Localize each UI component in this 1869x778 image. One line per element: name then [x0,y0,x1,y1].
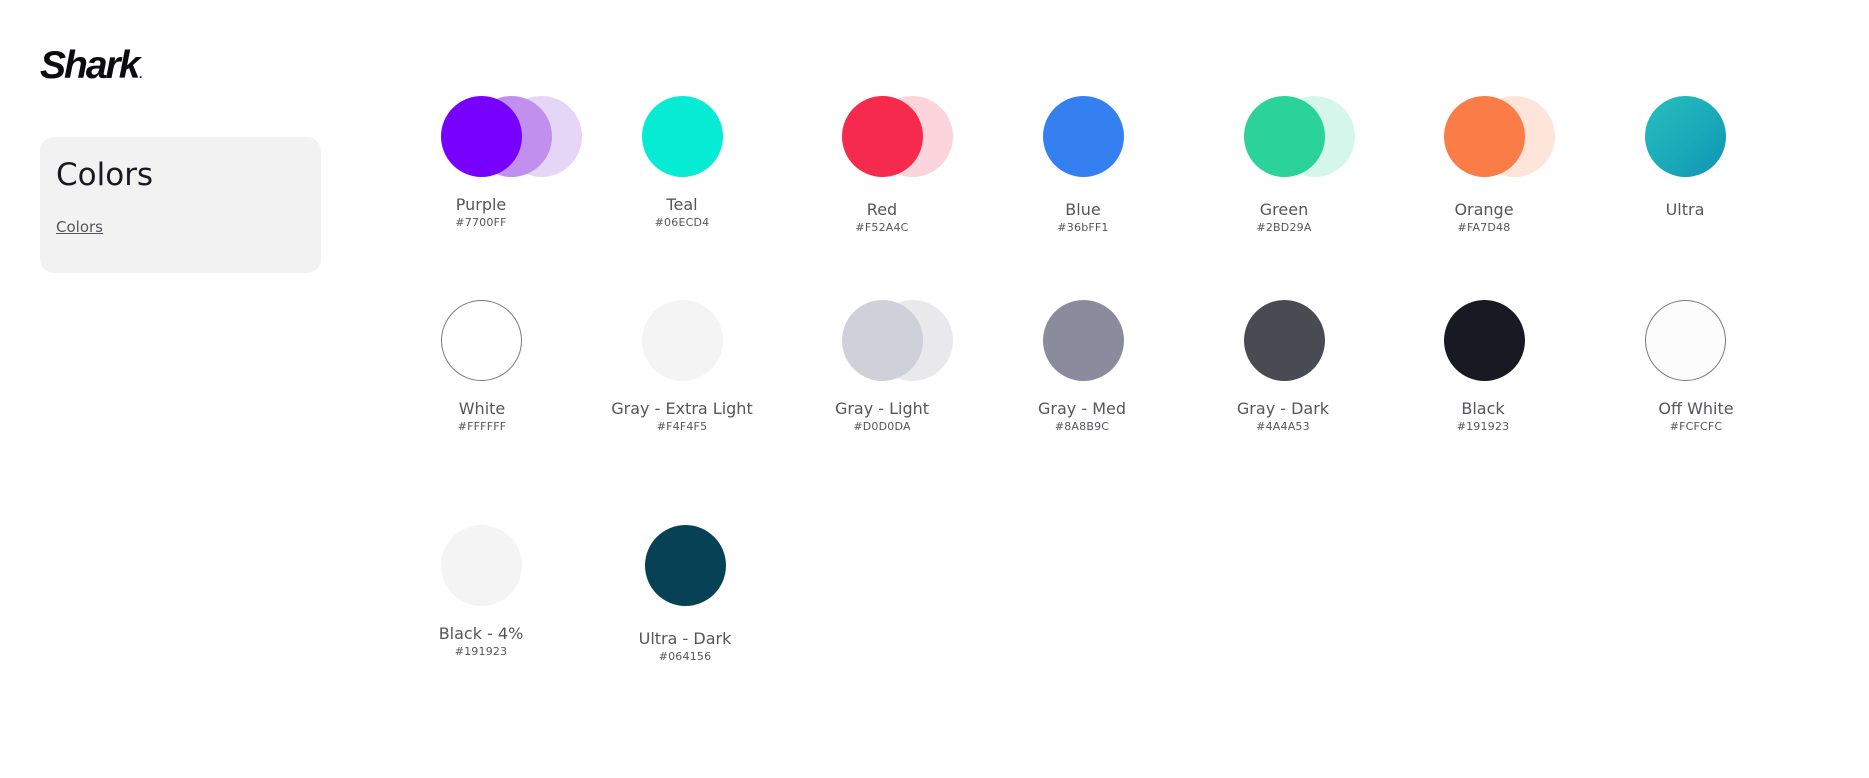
swatch-gray-dark: Gray - Dark #4A4A53 [1183,300,1383,433]
swatch-hex: #191923 [454,645,508,658]
swatch-hex: #FCFCFC [1669,420,1723,433]
swatch-black: Black #191923 [1383,300,1583,433]
color-circle [642,300,723,381]
swatch-blue: Blue #36bFF1 [983,96,1183,234]
swatch-ultra: Ultra [1585,96,1785,219]
swatch-white: White #FFFFFF [382,300,582,433]
swatch-label: Gray - Extra Light [611,399,753,418]
swatch-off-white: Off White #FCFCFC [1596,300,1796,433]
swatch-circles [582,96,782,177]
swatch-label: Ultra [1665,200,1705,219]
swatch-hex: #36bFF1 [1057,221,1109,234]
color-circle [441,300,522,381]
swatch-hex: #7700FF [455,216,507,229]
swatch-gray-extra-light: Gray - Extra Light #F4F4F5 [582,300,782,433]
sidebar-panel: Colors Colors [40,137,321,273]
color-circle [1444,96,1525,177]
swatch-purple: Purple #7700FF [381,96,582,229]
swatch-label: Teal [666,195,698,214]
swatch-circles [381,525,581,606]
swatch-red: Red #F52A4C [782,96,982,234]
swatch-circles [1596,300,1796,381]
color-circle [842,300,923,381]
color-circle [1645,96,1726,177]
swatch-circles [382,300,582,381]
swatch-label: Gray - Med [1038,399,1126,418]
color-circle [1043,96,1124,177]
swatch-teal: Teal #06ECD4 [582,96,782,229]
swatch-circles [1585,96,1785,177]
swatch-circles [1384,96,1584,177]
color-circle [842,96,923,177]
colors-link[interactable]: Colors [56,218,103,236]
color-circle [441,96,522,177]
swatch-hex: #FA7D48 [1457,221,1511,234]
brand-name: Shark [40,44,140,87]
swatch-label: Black - 4% [438,624,524,643]
swatch-circles [582,300,782,381]
color-circle [1444,300,1525,381]
swatch-hex: #191923 [1456,420,1510,433]
swatch-hex: #064156 [658,650,712,663]
color-circle [1043,300,1124,381]
swatch-label: Blue [1065,200,1101,219]
swatch-circles [585,525,785,606]
swatch-circles [1183,300,1383,381]
swatch-label: Red [866,200,898,219]
swatch-hex: #FFFFFF [457,420,507,433]
swatch-ultra-dark: Ultra - Dark #064156 [585,525,785,663]
color-circle [645,525,726,606]
swatch-circles [1184,96,1384,177]
swatch-label: Off White [1658,399,1734,418]
swatch-label: Orange [1454,200,1514,219]
swatch-label: Black [1461,399,1505,418]
swatch-label: Green [1259,200,1309,219]
swatch-green: Green #2BD29A [1184,96,1384,234]
swatch-hex: #8A8B9C [1054,420,1110,433]
swatch-hex: #F4F4F5 [656,420,708,433]
swatch-hex: #4A4A53 [1256,420,1310,433]
color-circle [441,525,522,606]
panel-title: Colors [56,157,154,193]
brand-dot: . [139,67,143,81]
swatch-circles [381,96,582,177]
swatch-label: Purple [455,195,507,214]
swatch-circles [782,300,982,381]
color-circle [1645,300,1726,381]
color-circle [1244,300,1325,381]
swatch-label: Gray - Light [834,399,930,418]
swatch-label: Gray - Dark [1236,399,1330,418]
swatch-black-4: Black - 4% #191923 [381,525,581,658]
swatch-circles [1383,300,1583,381]
swatch-orange: Orange #FA7D48 [1384,96,1584,234]
shark-logo: Shark. [40,44,143,88]
swatch-hex: #F52A4C [855,221,909,234]
swatch-label: White [458,399,506,418]
swatch-hex: #06ECD4 [654,216,710,229]
swatch-circles [983,96,1183,177]
color-circle [1244,96,1325,177]
swatch-hex: #D0D0DA [853,420,911,433]
swatch-hex: #2BD29A [1256,221,1312,234]
swatch-gray-med: Gray - Med #8A8B9C [982,300,1182,433]
color-circle [642,96,723,177]
swatch-circles [982,300,1182,381]
swatch-gray-light: Gray - Light #D0D0DA [782,300,982,433]
swatch-circles [782,96,982,177]
swatch-label: Ultra - Dark [638,629,732,648]
